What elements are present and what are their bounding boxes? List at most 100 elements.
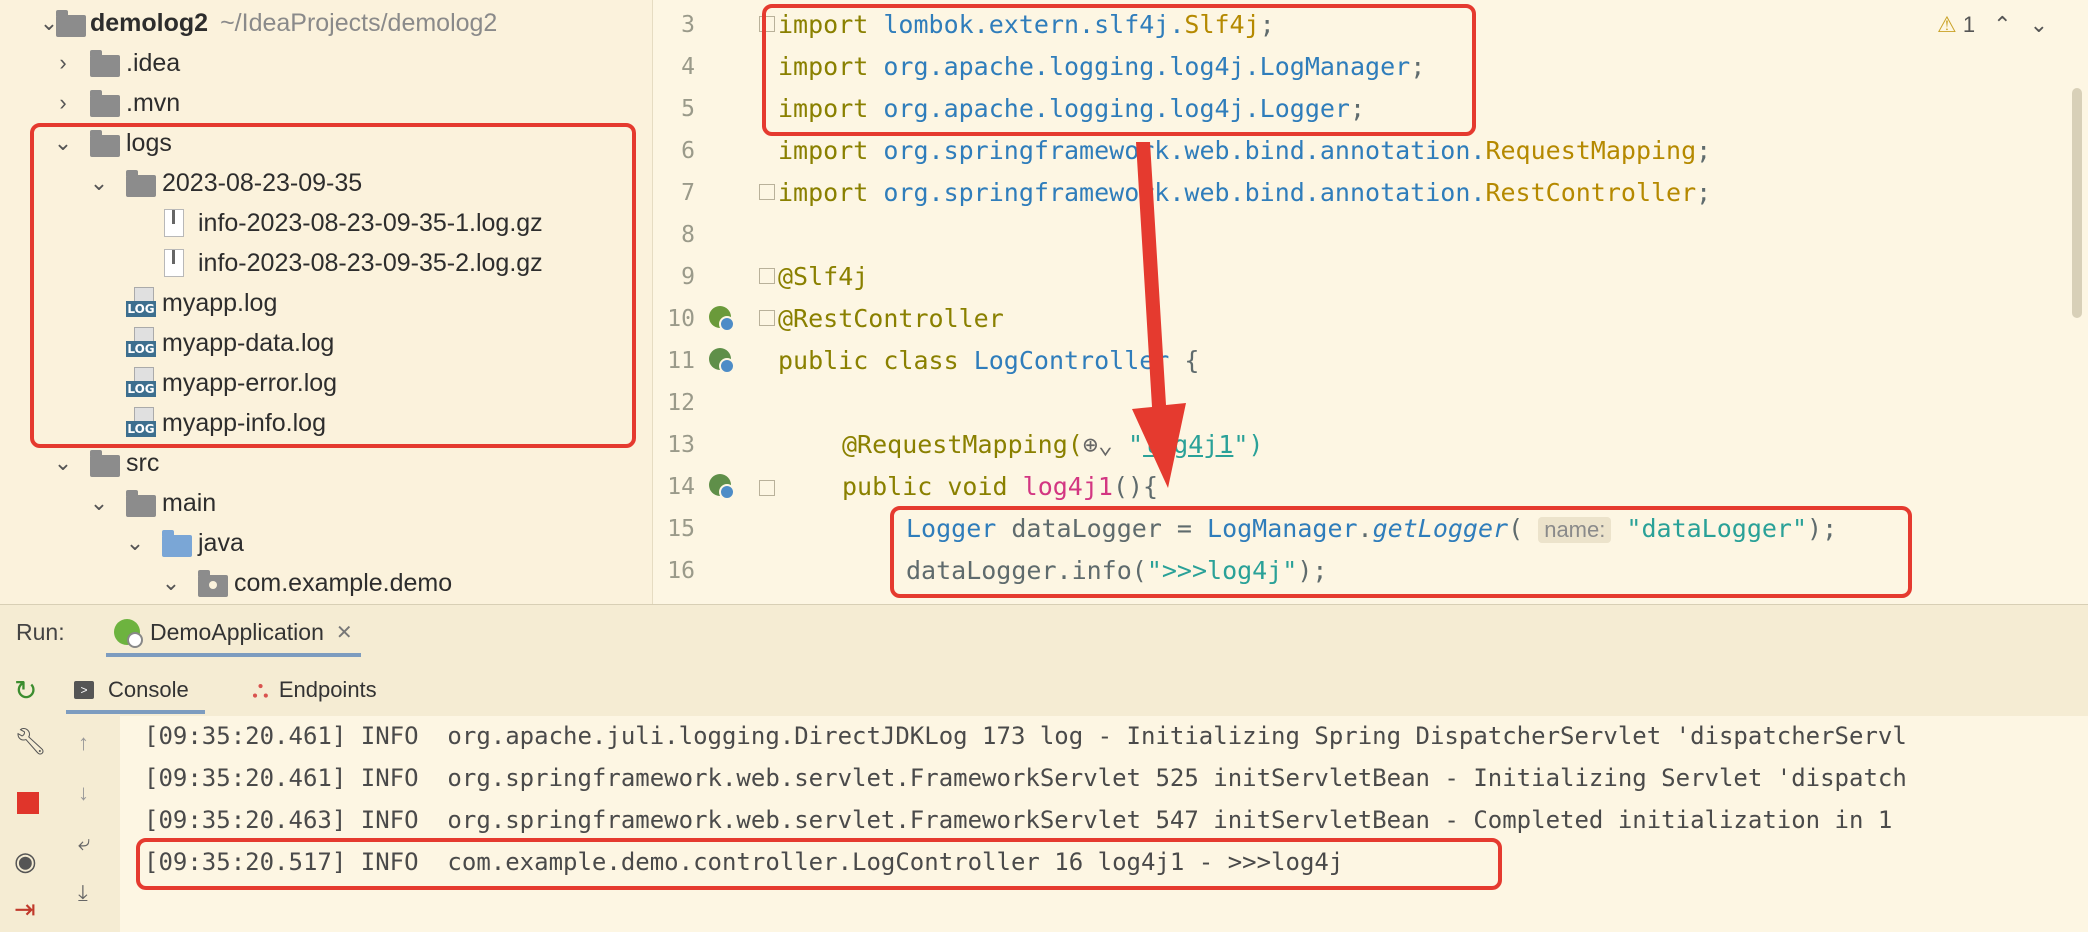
tab-endpoints-label: Endpoints <box>278 677 377 702</box>
console-output[interactable]: [09:35:20.461] INFO org.apache.juli.logg… <box>120 716 2088 932</box>
run-tool-window-header: Run: DemoApplication ✕ <box>0 604 2088 659</box>
chevron-down-icon[interactable]: ⌄ <box>84 488 114 518</box>
root-name: demolog2 <box>90 8 209 37</box>
spring-bean-icon[interactable] <box>709 306 735 332</box>
tree-item-myapp-info-log[interactable]: LOG myapp-info.log <box>0 403 652 443</box>
console-line: [09:35:20.461] INFO org.springframework.… <box>144 764 1907 792</box>
tree-item-idea[interactable]: › .idea <box>0 43 652 83</box>
tree-item-myapp-data-log[interactable]: LOG myapp-data.log <box>0 323 652 363</box>
archive-file-icon <box>164 249 184 277</box>
soft-wrap-icon[interactable]: ⤶ <box>78 830 90 856</box>
globe-icon[interactable]: ⊕⌄ <box>1083 430 1113 459</box>
tree-item-java[interactable]: ⌄ java <box>0 523 652 563</box>
tree-item-main[interactable]: ⌄ main <box>0 483 652 523</box>
tab-endpoints[interactable]: ⛬ Endpoints <box>252 670 377 710</box>
previous-highlight-icon[interactable]: ⌃ <box>1993 12 2011 38</box>
chevron-down-icon[interactable]: ⌄ <box>48 128 78 158</box>
spring-bean-icon[interactable] <box>709 348 735 374</box>
log-file-icon: LOG <box>126 287 156 319</box>
line-number: 12 <box>667 390 695 416</box>
tree-item-gz-2[interactable]: info-2023-08-23-09-35-2.log.gz <box>0 243 652 283</box>
archive-file-icon <box>164 209 184 237</box>
parameter-hint: name: <box>1538 517 1612 543</box>
code-line-7: import org.springframework.web.bind.anno… <box>778 178 1712 207</box>
run-tab-demoapplication[interactable]: DemoApplication ✕ <box>106 611 361 657</box>
arrow-up-icon[interactable]: ↑ <box>78 730 89 756</box>
package-icon <box>198 570 228 597</box>
project-tree: ⌄ demolog2 ~/IdeaProjects/demolog2 › .ide… <box>0 0 652 604</box>
exit-icon[interactable]: ⇥ <box>14 894 42 924</box>
tree-item-label: .mvn <box>126 88 181 117</box>
run-tab-label: DemoApplication <box>150 618 324 645</box>
tree-item-mvn[interactable]: › .mvn <box>0 83 652 123</box>
folder-icon <box>90 90 120 117</box>
line-number: 10 <box>667 306 695 332</box>
url-link[interactable]: log4j1 <box>1143 430 1233 459</box>
line-number: 14 <box>667 474 695 500</box>
tree-item-label: com.example.demo <box>234 568 453 597</box>
tree-item-label: 2023-08-23-09-35 <box>162 168 363 197</box>
chevron-right-icon[interactable]: › <box>48 48 78 78</box>
tree-item-label: src <box>126 448 160 477</box>
tab-console-label: Console <box>108 677 189 702</box>
line-number: 3 <box>681 12 695 38</box>
module-folder-icon <box>56 10 86 37</box>
tree-item-label: myapp-info.log <box>162 408 326 437</box>
tree-item-myapp-log[interactable]: LOG myapp.log <box>0 283 652 323</box>
tree-item-src[interactable]: ⌄ src <box>0 443 652 483</box>
chevron-right-icon[interactable]: › <box>48 88 78 118</box>
inspection-widget[interactable]: ⚠ 1 ⌃ ⌄ <box>1937 12 2048 38</box>
chevron-down-icon[interactable]: ⌄ <box>48 448 78 478</box>
line-number: 16 <box>667 558 695 584</box>
fold-marker-icon[interactable] <box>759 310 775 326</box>
tree-item-label: myapp.log <box>162 288 278 317</box>
code-line-11: public class LogController { <box>778 346 1200 375</box>
code-line-13: @RequestMapping(⊕⌄ "log4j1") <box>842 430 1264 459</box>
close-icon[interactable]: ✕ <box>336 620 353 645</box>
wrench-icon[interactable]: 🔧︎ <box>14 726 47 756</box>
tree-item-label: main <box>162 488 217 517</box>
tree-item-logs[interactable]: ⌄ logs <box>0 123 652 163</box>
tree-item-myapp-error-log[interactable]: LOG myapp-error.log <box>0 363 652 403</box>
chevron-down-icon[interactable]: ⌄ <box>120 528 150 558</box>
spring-boot-icon <box>114 619 143 648</box>
line-number: 13 <box>667 432 695 458</box>
tree-item-package[interactable]: ⌄ com.example.demo <box>0 563 652 603</box>
rerun-icon[interactable]: ↻ <box>14 674 42 706</box>
stop-icon[interactable] <box>17 792 39 814</box>
next-highlight-icon[interactable]: ⌄ <box>2030 12 2048 38</box>
camera-icon[interactable]: ◉ <box>14 846 42 876</box>
run-label: Run: <box>16 619 65 645</box>
chevron-down-icon[interactable]: ⌄ <box>156 568 186 598</box>
tree-item-label: java <box>198 528 244 557</box>
folder-icon <box>126 490 156 517</box>
root-path: ~/IdeaProjects/demolog2 <box>220 8 498 37</box>
editor-scrollbar[interactable] <box>2072 88 2082 318</box>
code-line-6: import org.springframework.web.bind.anno… <box>778 136 1712 165</box>
code-line-5: import org.apache.logging.log4j.Logger; <box>778 94 1366 123</box>
fold-marker-icon[interactable] <box>759 480 775 496</box>
code-line-4: import org.apache.logging.log4j.LogManag… <box>778 52 1426 81</box>
scroll-to-end-icon[interactable]: ⤓ <box>78 880 88 906</box>
tree-root[interactable]: ⌄ demolog2 ~/IdeaProjects/demolog2 <box>0 3 652 43</box>
tree-item-gz-1[interactable]: info-2023-08-23-09-35-1.log.gz <box>0 203 652 243</box>
fold-marker-icon[interactable] <box>759 184 775 200</box>
folder-icon <box>126 170 156 197</box>
tree-item-log-date-folder[interactable]: ⌄ 2023-08-23-09-35 <box>0 163 652 203</box>
code-line-16: dataLogger.info(">>>log4j"); <box>906 556 1328 585</box>
folder-icon <box>90 450 120 477</box>
fold-marker-icon[interactable] <box>759 16 775 32</box>
tree-item-label: info-2023-08-23-09-35-2.log.gz <box>198 248 543 277</box>
console-icon: > <box>74 681 94 699</box>
tree-item-label: myapp-error.log <box>162 368 338 397</box>
tree-item-label: .idea <box>126 48 181 77</box>
line-number: 5 <box>681 96 695 122</box>
request-mapping-icon[interactable] <box>709 474 735 500</box>
tab-console[interactable]: > Console <box>66 670 205 714</box>
fold-marker-icon[interactable] <box>759 268 775 284</box>
tree-item-label: info-2023-08-23-09-35-1.log.gz <box>198 208 543 237</box>
arrow-down-icon[interactable]: ↓ <box>78 780 89 806</box>
code-editor[interactable]: ⚠ 1 ⌃ ⌄ import lombok.extern.slf4j.Slf4j… <box>778 0 2088 604</box>
line-number: 11 <box>667 348 695 374</box>
chevron-down-icon[interactable]: ⌄ <box>84 168 114 198</box>
